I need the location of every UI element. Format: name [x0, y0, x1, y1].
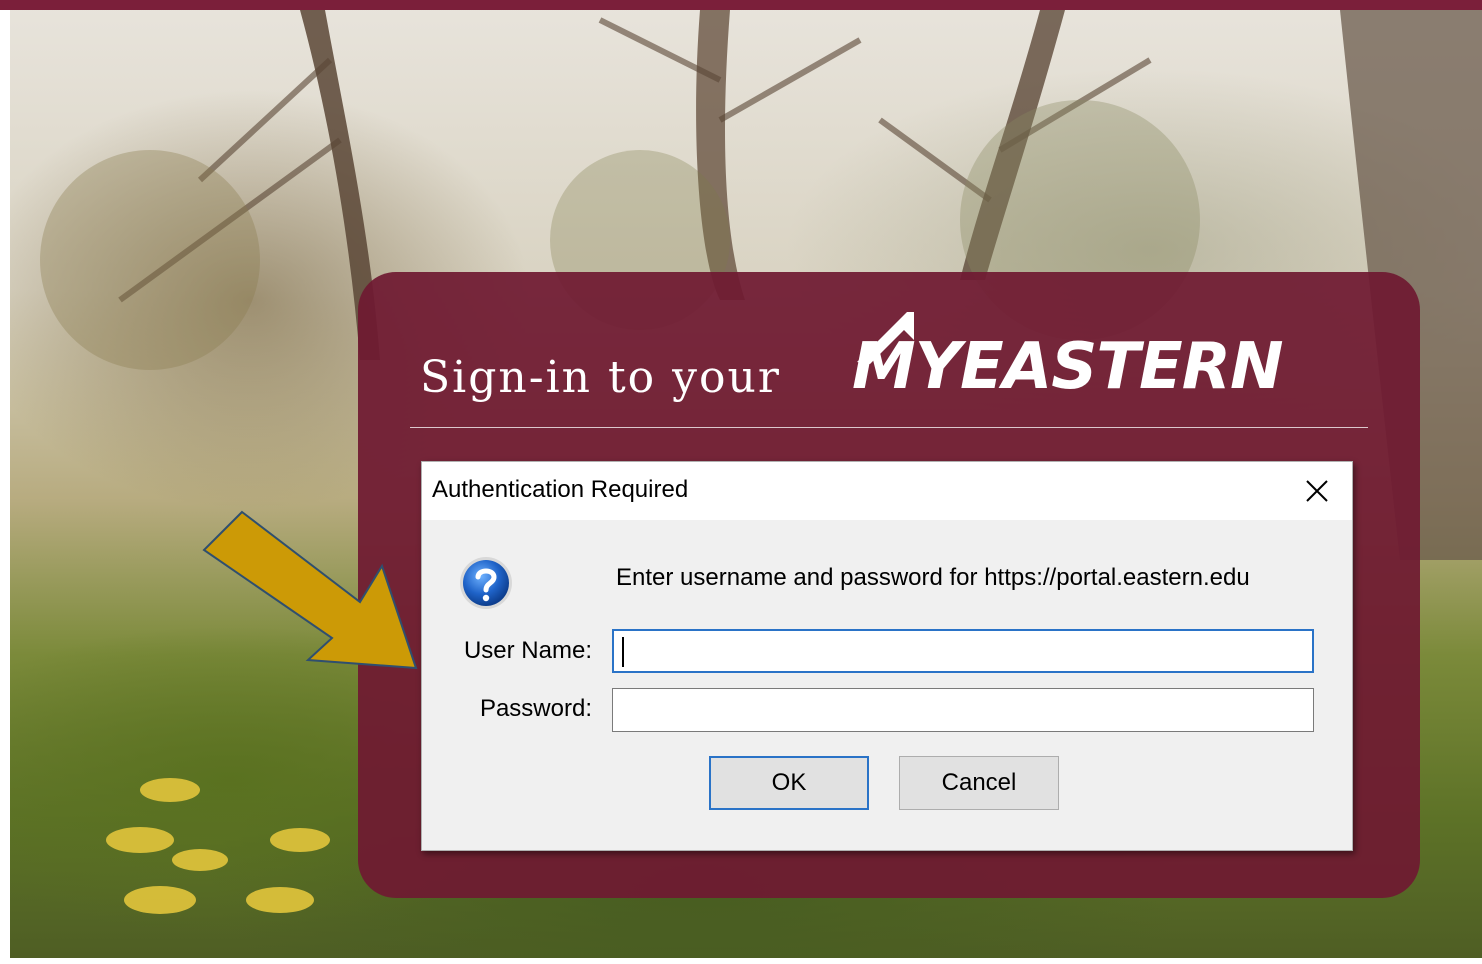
- top-bar: [0, 0, 1482, 10]
- dialog-title: Authentication Required: [432, 476, 689, 503]
- text-caret: [622, 637, 624, 667]
- username-input[interactable]: [612, 629, 1314, 673]
- password-input[interactable]: [612, 688, 1314, 732]
- panel-divider: [410, 427, 1368, 428]
- panel-heading: Sign-in to your: [420, 352, 781, 403]
- username-label: User Name:: [463, 637, 592, 664]
- question-icon: [460, 557, 512, 609]
- close-icon: [1306, 480, 1328, 502]
- ok-button[interactable]: OK: [709, 756, 869, 810]
- dialog-titlebar: Authentication Required: [422, 462, 1352, 520]
- dialog-message: Enter username and password for https://…: [616, 564, 1250, 591]
- brand-logo: MYEASTERN: [852, 330, 1284, 404]
- left-edge: [0, 10, 10, 964]
- close-button[interactable]: [1282, 462, 1352, 520]
- password-label: Password:: [479, 695, 592, 722]
- cancel-button[interactable]: Cancel: [899, 756, 1059, 810]
- pointer-arrow-icon: [202, 510, 418, 670]
- auth-dialog: Authentication Required Enter username a…: [421, 461, 1353, 851]
- bottom-edge: [0, 958, 1482, 964]
